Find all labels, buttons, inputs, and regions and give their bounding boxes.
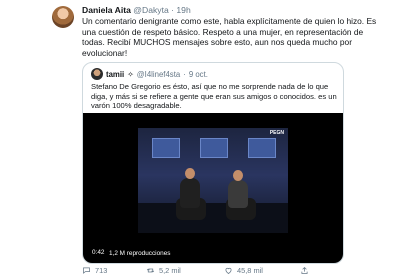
quoted-text: Stefano De Gregorio es ésto, así que no … [91,82,337,111]
studio-screen [152,138,180,158]
like-button[interactable]: 45,8 mil [224,266,263,275]
share-icon [301,266,308,274]
quoted-header: tamii ✧ @I4linef4sta · 9 oct. [91,68,208,80]
studio-guest [180,178,200,208]
video-player[interactable]: PEGN 0:42 1,2 M reproducciones [83,113,343,263]
header-separator: · [171,5,175,15]
quoted-author-handle: @I4linef4sta [136,69,181,79]
reply-count: 713 [95,266,108,275]
video-frame: PEGN [138,128,288,233]
studio-screen [200,138,228,158]
share-button[interactable] [300,266,309,275]
quoted-tweet[interactable]: tamii ✧ @I4linef4sta · 9 oct. Stefano De… [82,62,344,264]
author-handle[interactable]: @Dakyta [133,5,168,15]
tweet-text: Un comentario denigrante como este, habl… [82,16,377,58]
tweet-time[interactable]: 19h [176,5,190,15]
quoted-author-name: tamii [106,69,125,79]
video-views: 1,2 M reproducciones [109,250,171,257]
reply-button[interactable]: 713 [82,266,107,275]
quoted-date: 9 oct. [188,69,208,79]
author-avatar[interactable] [52,6,74,28]
guest-head [233,170,243,181]
retweet-icon [146,268,155,273]
tweet-header: Daniela Aita @Dakyta · 19h [82,5,191,15]
like-count: 45,8 mil [237,266,263,275]
tweet: Daniela Aita @Dakyta · 19h Un comentario… [0,0,420,280]
reply-icon [83,267,90,274]
heart-icon [225,267,232,274]
author-name[interactable]: Daniela Aita [82,5,131,15]
retweet-count: 5,2 mil [159,266,181,275]
retweet-button[interactable]: 5,2 mil [146,266,181,275]
channel-logo: PEGN [269,130,284,136]
studio-guest [228,180,248,208]
quoted-separator: · [183,69,186,79]
quoted-avatar [91,68,103,80]
tweet-actions: 713 5,2 mil 45,8 mil [82,266,362,278]
quoted-author-emoji: ✧ [127,69,134,79]
guest-head [185,168,195,179]
studio-screen [248,138,276,158]
video-duration: 0:42 [89,248,108,257]
studio-floor [138,203,288,233]
